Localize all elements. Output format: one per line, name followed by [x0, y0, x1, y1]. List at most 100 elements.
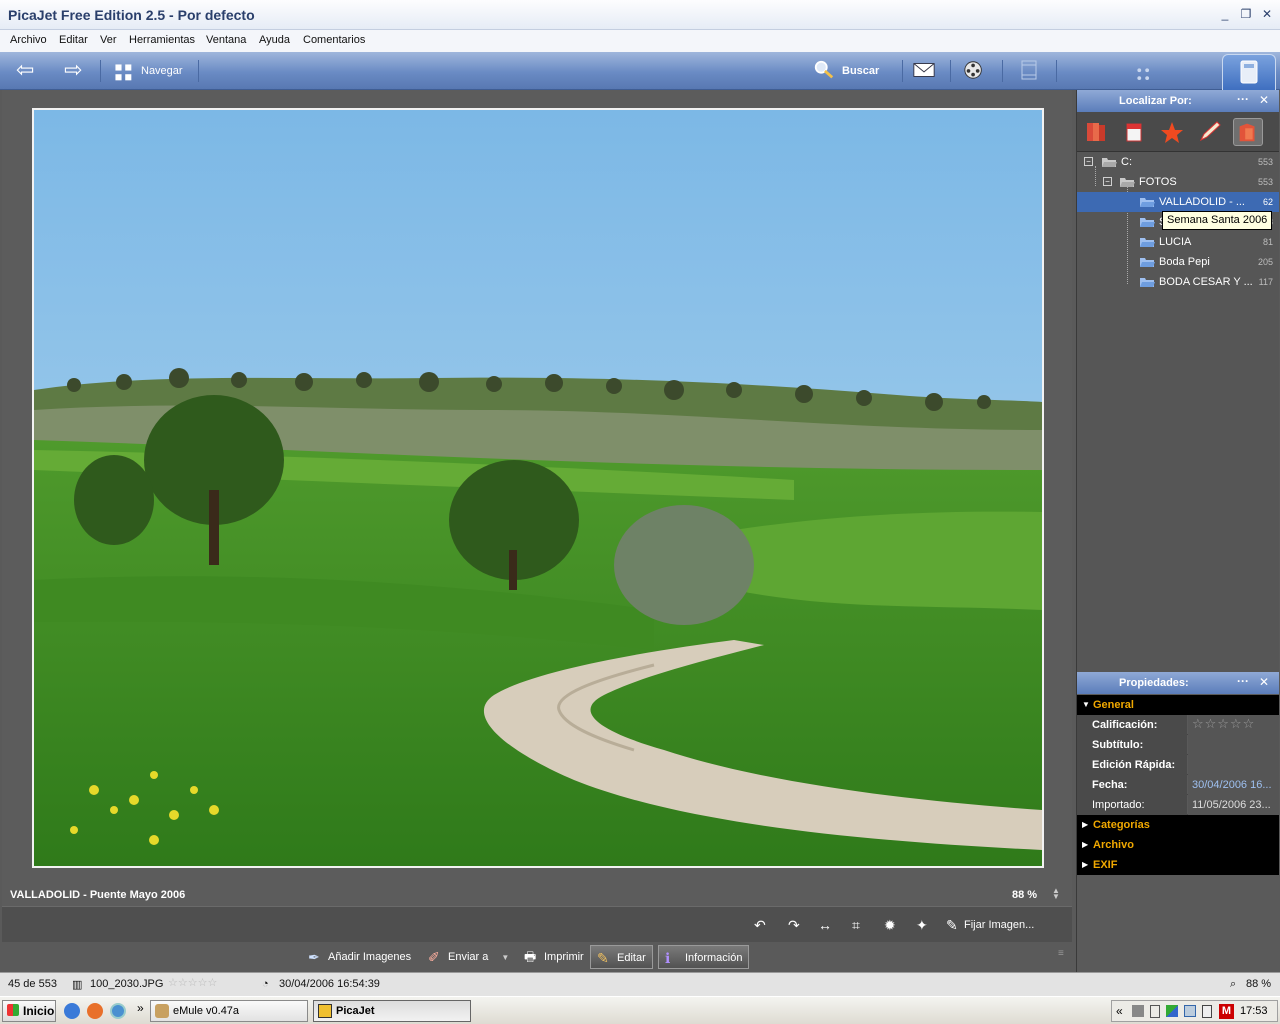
firefox-icon[interactable] — [87, 1003, 103, 1019]
prop-value-quick-edit[interactable] — [1188, 755, 1279, 775]
forward-arrow-icon[interactable]: ⇨ — [64, 59, 82, 81]
battery-icon[interactable] — [1150, 1005, 1160, 1018]
collapse-icon[interactable]: − — [1084, 157, 1093, 166]
quicklaunch-chevron[interactable]: » — [137, 1001, 144, 1015]
tree-item-count: 553 — [1257, 157, 1273, 167]
layout-icon[interactable] — [1018, 59, 1042, 81]
pencil-icon[interactable] — [1195, 118, 1225, 146]
mode-bar: ✒ Añadir Imagenes ✐ Enviar a ▼ 🖶 Imprimi… — [2, 942, 1072, 972]
tree-item-label: Boda Pepi — [1159, 256, 1210, 268]
panel-toggle-button[interactable] — [1222, 54, 1276, 90]
device-icon[interactable] — [1202, 1005, 1212, 1018]
close-button[interactable]: ✕ — [1258, 6, 1276, 22]
section-exif[interactable]: ▶ EXIF — [1077, 855, 1279, 875]
image-datetime: 30/04/2006 16:54:39 — [279, 978, 380, 990]
fix-image-button[interactable]: Fijar Imagen... — [964, 919, 1034, 931]
email-icon[interactable] — [912, 59, 936, 81]
grip-icon[interactable] — [1132, 64, 1156, 86]
image-position: 45 de 553 — [8, 978, 57, 990]
dropdown-arrow-icon[interactable]: ▼ — [501, 953, 509, 962]
photo-landscape[interactable] — [32, 108, 1044, 868]
brush-icon[interactable]: ✎ — [946, 917, 958, 934]
menu-ventana[interactable]: Ventana — [206, 34, 246, 46]
zoom-spinner-icon[interactable]: ▲ ▼ — [1052, 887, 1060, 901]
magic-wand-icon[interactable]: ✦ — [916, 917, 928, 934]
search-icon[interactable] — [812, 59, 836, 81]
edit-toolbar: ↶ ↷ ↔ ⌗ ✹ ✦ ✎ Fijar Imagen... — [2, 906, 1072, 942]
edit-mode-button[interactable]: ✎ Editar — [590, 945, 653, 969]
tree-item-valladolid[interactable]: VALLADOLID - ... 62 — [1077, 192, 1279, 212]
section-label: Categorías — [1093, 819, 1150, 831]
mcafee-icon[interactable]: M — [1219, 1004, 1234, 1019]
grid-icon[interactable] — [112, 62, 136, 84]
info-mode-button[interactable]: ℹ Información — [658, 945, 750, 969]
film-reel-icon[interactable] — [962, 59, 986, 81]
ie-icon[interactable] — [64, 1003, 80, 1019]
task-picajet[interactable]: PicaJet — [313, 1000, 471, 1022]
edit-label: Editar — [617, 952, 646, 964]
crop-icon[interactable]: ⌗ — [852, 917, 860, 934]
folder-blue-icon — [1140, 238, 1155, 247]
minimize-button[interactable]: _ — [1216, 6, 1234, 22]
section-label: Archivo — [1093, 839, 1134, 851]
rating-stars[interactable]: ☆☆☆☆☆ — [168, 976, 217, 989]
collapsed-triangle-icon: ▶ — [1082, 840, 1089, 849]
folder-icon[interactable] — [1233, 118, 1263, 146]
calendar-icon[interactable] — [1119, 118, 1149, 146]
brightness-icon[interactable]: ✹ — [884, 917, 896, 934]
tree-item-fotos[interactable]: − FOTOS 553 — [1077, 172, 1279, 192]
locate-panel-options[interactable]: ··· — [1237, 92, 1249, 106]
rotate-left-icon[interactable]: ↶ — [754, 917, 766, 934]
properties-panel-header: Propiedades: ··· ✕ — [1077, 672, 1279, 694]
restore-button[interactable]: ❐ — [1237, 6, 1255, 22]
start-button[interactable]: Inicio — [2, 1000, 56, 1022]
properties-panel-options[interactable]: ··· — [1237, 674, 1249, 688]
menu-ayuda[interactable]: Ayuda — [259, 34, 290, 46]
network-icon[interactable] — [1132, 1005, 1144, 1017]
albums-icon[interactable] — [1081, 118, 1111, 146]
rating-stars[interactable]: ☆☆☆☆☆ — [1188, 715, 1279, 735]
star-icon[interactable] — [1157, 118, 1187, 146]
search-button[interactable]: Buscar — [842, 65, 879, 77]
print-button[interactable]: 🖶 Imprimir — [518, 945, 590, 969]
menu-editar[interactable]: Editar — [59, 34, 88, 46]
menu-archivo[interactable]: Archivo — [10, 34, 47, 46]
folder-tooltip: Semana Santa 2006 — [1162, 211, 1273, 230]
tree-item-c-drive[interactable]: − C: 553 — [1077, 152, 1279, 172]
landscape-image — [34, 110, 1042, 866]
tree-item-boda-cesar[interactable]: BODA CESAR Y ... 117 — [1077, 272, 1279, 292]
section-general[interactable]: ▼ General — [1077, 695, 1279, 715]
menu-comentarios[interactable]: Comentarios — [303, 34, 365, 46]
tray-chevron[interactable]: « — [1116, 1004, 1123, 1018]
prop-value-date[interactable]: 30/04/2006 16... — [1188, 775, 1279, 795]
menu-ver[interactable]: Ver — [100, 34, 117, 46]
back-arrow-icon[interactable]: ⇦ — [16, 59, 34, 81]
menu-herramientas[interactable]: Herramientas — [129, 34, 195, 46]
locate-by-icons — [1077, 112, 1279, 152]
prop-key: Subtítulo: — [1077, 735, 1187, 755]
tree-item-count: 205 — [1257, 257, 1273, 267]
section-archivo[interactable]: ▶ Archivo — [1077, 835, 1279, 855]
section-categorias[interactable]: ▶ Categorías — [1077, 815, 1279, 835]
flip-horizontal-icon[interactable]: ↔ — [818, 917, 832, 933]
title-bar: PicaJet Free Edition 2.5 - Por defecto _… — [0, 0, 1280, 30]
folder-blue-icon — [1140, 258, 1155, 267]
resize-grip-icon[interactable]: ≡ — [1058, 948, 1064, 959]
task-emule[interactable]: eMule v0.47a — [150, 1000, 308, 1022]
messenger-icon[interactable] — [1166, 1005, 1178, 1017]
prop-key: Calificación: — [1077, 715, 1187, 735]
image-viewer: VALLADOLID - Puente Mayo 2006 88 % ▲ ▼ — [2, 90, 1072, 906]
add-images-button[interactable]: ✒ Añadir Imagenes — [302, 945, 417, 969]
navigate-button[interactable]: Navegar — [141, 65, 183, 77]
tree-item-boda-pepi[interactable]: Boda Pepi 205 — [1077, 252, 1279, 272]
locate-panel-close[interactable]: ✕ — [1259, 93, 1269, 107]
browser-icon[interactable] — [110, 1003, 126, 1019]
rotate-right-icon[interactable]: ↷ — [788, 917, 800, 934]
collapse-icon[interactable]: − — [1103, 177, 1112, 186]
properties-panel-close[interactable]: ✕ — [1259, 675, 1269, 689]
zoom-icon: ⌕ — [1230, 978, 1237, 990]
prop-value-subtitle[interactable] — [1188, 735, 1279, 755]
display-icon[interactable] — [1184, 1005, 1196, 1017]
tree-item-lucia[interactable]: LUCIA 81 — [1077, 232, 1279, 252]
send-to-button[interactable]: ✐ Enviar a ▼ — [422, 945, 515, 969]
